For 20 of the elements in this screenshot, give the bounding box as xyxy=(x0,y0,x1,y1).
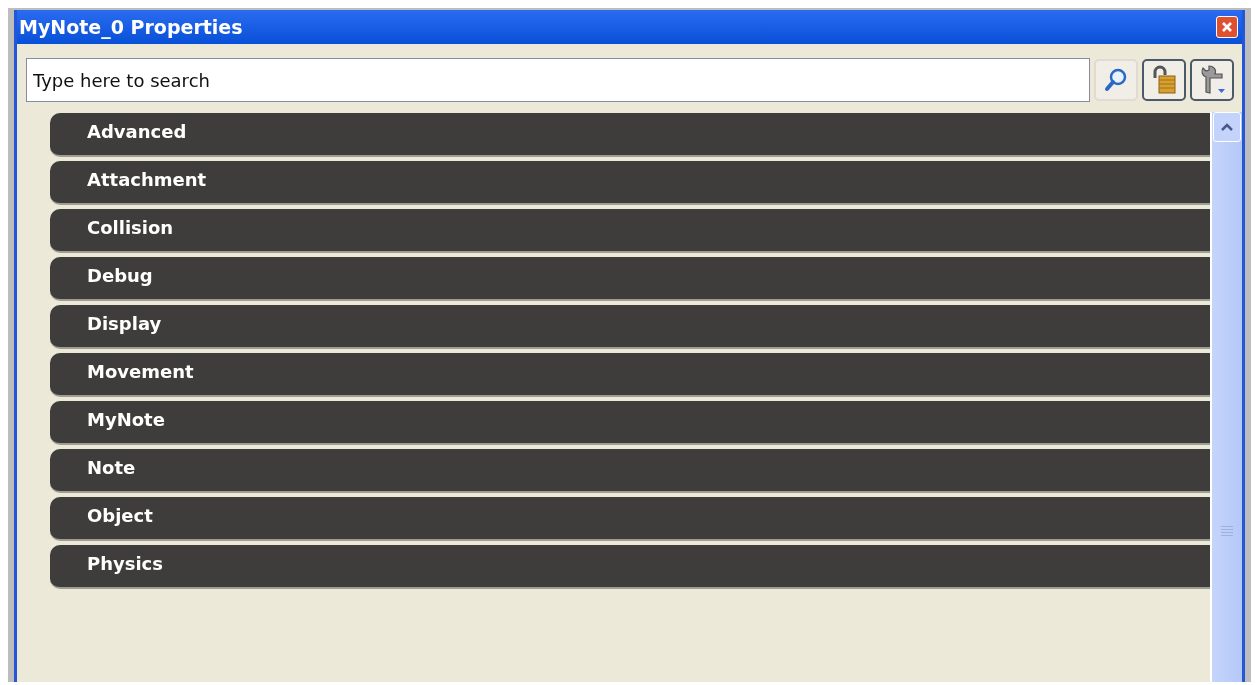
category-header[interactable]: Display xyxy=(50,305,1210,349)
search-button[interactable] xyxy=(1094,59,1138,101)
scroll-up-button[interactable] xyxy=(1213,112,1241,142)
close-button[interactable] xyxy=(1216,16,1238,38)
search-field[interactable]: Type here to search xyxy=(26,58,1090,102)
category-header[interactable]: Note xyxy=(50,449,1210,493)
category-header[interactable]: Collision xyxy=(50,209,1210,253)
category-header[interactable]: MyNote xyxy=(50,401,1210,445)
category-header[interactable]: Debug xyxy=(50,257,1210,301)
category-header[interactable]: Object xyxy=(50,497,1210,541)
category-header[interactable]: Attachment xyxy=(50,161,1210,205)
lock-button[interactable] xyxy=(1142,59,1186,101)
scrollbar[interactable] xyxy=(1210,112,1242,682)
category-header[interactable]: Movement xyxy=(50,353,1210,397)
settings-button[interactable] xyxy=(1190,59,1234,101)
window-title: MyNote_0 Properties xyxy=(18,16,243,38)
search-icon xyxy=(1103,67,1129,93)
category-header[interactable]: Physics xyxy=(50,545,1210,589)
category-header[interactable]: Advanced xyxy=(50,113,1210,157)
caret-up-icon xyxy=(1220,122,1234,132)
